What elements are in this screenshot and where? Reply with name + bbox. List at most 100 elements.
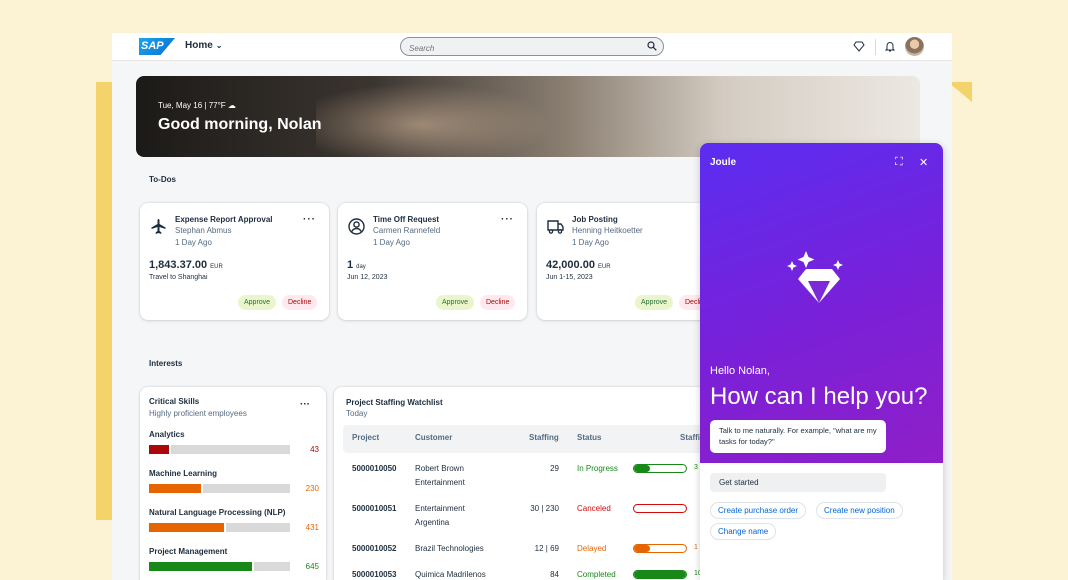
table-header: Project Customer Staffing Status Staffi (343, 425, 743, 453)
search-field[interactable] (400, 37, 664, 57)
amount-value: 42,000.00 (546, 259, 595, 271)
progress-fill (634, 545, 650, 552)
skill-value: 645 (305, 562, 319, 571)
customer-name: Entertainment (415, 504, 465, 513)
todo-title: Expense Report Approval (175, 215, 273, 224)
staffing-value: 30 | 230 (530, 504, 559, 513)
search-icon[interactable] (647, 41, 657, 51)
diamond-icon[interactable] (853, 40, 865, 52)
todo-amount: 1,843.37.00 EUR (149, 259, 223, 271)
status-text: Canceled (577, 504, 611, 513)
todo-card[interactable]: Expense Report Approval Stephan Abmus 1 … (140, 203, 329, 320)
date-weather-text: Tue, May 16 | 77°F (158, 101, 226, 110)
shell-divider (875, 39, 876, 55)
truck-icon (547, 220, 564, 234)
joule-hello: Hello Nolan, (710, 365, 770, 377)
progress-trail-value: 1 (694, 544, 698, 551)
skill-row[interactable]: Project Management 645 (149, 547, 319, 571)
skill-name: Natural Language Processing (NLP) (149, 508, 286, 517)
todo-card[interactable]: Time Off Request Carmen Rannefeld 1 Day … (338, 203, 527, 320)
shell-bar: SAP Home ⌄ (112, 33, 952, 61)
skill-bar-track (203, 484, 290, 493)
customer-name: Robert Brown (415, 464, 464, 473)
skills-title: Critical Skills (149, 397, 200, 406)
column-header[interactable]: Project (352, 433, 379, 442)
staffing-progress-bar (633, 504, 687, 513)
approve-button[interactable]: Approve (238, 295, 277, 310)
project-id: 5000010053 (352, 570, 397, 579)
more-icon[interactable]: ··· (303, 214, 316, 225)
cloud-icon: ☁ (227, 101, 236, 110)
table-row[interactable]: 5000010053 Quimica Madrilenos 84 Completed 1… (343, 563, 743, 580)
user-circle-icon (348, 218, 365, 235)
suggestion-change-name[interactable]: Change name (710, 523, 777, 540)
todo-description: Travel to Shanghai (149, 274, 208, 281)
banner-photo (316, 76, 576, 157)
home-label: Home (185, 40, 213, 51)
todo-card[interactable]: Job Posting Henning Heitkoetter 1 Day Ag… (537, 203, 726, 320)
todos-section-title: To-Dos (149, 175, 176, 184)
column-header[interactable]: Status (577, 433, 601, 442)
approve-button[interactable]: Approve (635, 295, 674, 310)
todo-age: 1 Day Ago (175, 238, 212, 247)
skill-bar (149, 523, 290, 532)
progress-fill (634, 465, 650, 472)
status-text: Delayed (577, 544, 607, 553)
table-row[interactable]: 5000010051 Entertainment Argentina 30 | 230… (343, 497, 743, 535)
more-icon[interactable]: ··· (300, 399, 310, 410)
expand-icon[interactable]: ⛶ (895, 156, 903, 169)
interests-section-title: Interests (149, 359, 183, 368)
customer-name-line2: Argentina (415, 518, 450, 527)
more-icon[interactable]: ··· (501, 214, 514, 225)
skill-value: 431 (305, 523, 319, 532)
suggestion-create-new-position[interactable]: Create new position (816, 502, 903, 519)
greeting-title: Good morning, Nolan (158, 116, 322, 133)
amount-value: 1 (347, 259, 354, 271)
skill-bar-fill (149, 445, 169, 454)
sap-logo[interactable]: SAP (139, 38, 175, 55)
amount-value: 1,843.37.00 (149, 259, 208, 271)
decline-button[interactable]: Decline (480, 295, 516, 310)
skill-bar-fill (149, 484, 201, 493)
close-icon[interactable]: ✕ (919, 156, 928, 169)
skill-bar-track (254, 562, 290, 571)
watchlist-title: Project Staffing Watchlist (346, 398, 443, 407)
progress-fill (634, 571, 686, 578)
progress-trail-value: 3 (694, 464, 698, 471)
column-header[interactable]: Staffing (529, 433, 559, 442)
todo-age: 1 Day Ago (572, 238, 609, 247)
joule-assistant-panel: Joule ⛶ ✕ Hello Nolan, How can I help yo… (700, 143, 943, 580)
decline-button[interactable]: Decline (282, 295, 318, 310)
avatar[interactable] (905, 37, 924, 56)
get-started-message: Get started (710, 473, 886, 492)
airplane-icon (151, 219, 166, 234)
bell-icon[interactable] (884, 40, 896, 52)
skill-row[interactable]: Analytics 43 (149, 430, 319, 454)
suggestion-create-purchase-order[interactable]: Create purchase order (710, 502, 807, 519)
column-header[interactable]: Customer (415, 433, 452, 442)
joule-hint-bubble: Talk to me naturally. For example, "what… (710, 420, 886, 453)
todo-description: Jun 12, 2023 (347, 274, 388, 281)
todo-amount: 1 day (347, 259, 366, 271)
staffing-value: 84 (550, 570, 559, 579)
todo-person: Stephan Abmus (175, 226, 232, 235)
joule-headline: How can I help you? (710, 383, 928, 410)
home-menu[interactable]: Home ⌄ (185, 40, 223, 51)
skill-name: Machine Learning (149, 469, 218, 478)
staffing-progress-bar (633, 570, 687, 579)
todo-title: Job Posting (572, 215, 618, 224)
approve-button[interactable]: Approve (436, 295, 475, 310)
critical-skills-card[interactable]: Critical Skills Highly proficient employ… (140, 387, 326, 580)
todo-person: Henning Heitkoetter (572, 226, 643, 235)
joule-diamond-icon (787, 251, 843, 303)
skill-row[interactable]: Natural Language Processing (NLP) 431 (149, 508, 319, 532)
skill-row[interactable]: Machine Learning 230 (149, 469, 319, 493)
staffing-value: 12 | 69 (534, 544, 559, 553)
amount-unit: day (356, 264, 366, 270)
table-row[interactable]: 5000010050 Robert Brown Entertainment 29 In … (343, 457, 743, 495)
column-header[interactable]: Staffi (680, 433, 700, 442)
search-input[interactable] (409, 40, 639, 57)
todo-title: Time Off Request (373, 215, 440, 224)
staffing-progress-bar (633, 464, 687, 473)
todo-person: Carmen Rannefeld (373, 226, 441, 235)
